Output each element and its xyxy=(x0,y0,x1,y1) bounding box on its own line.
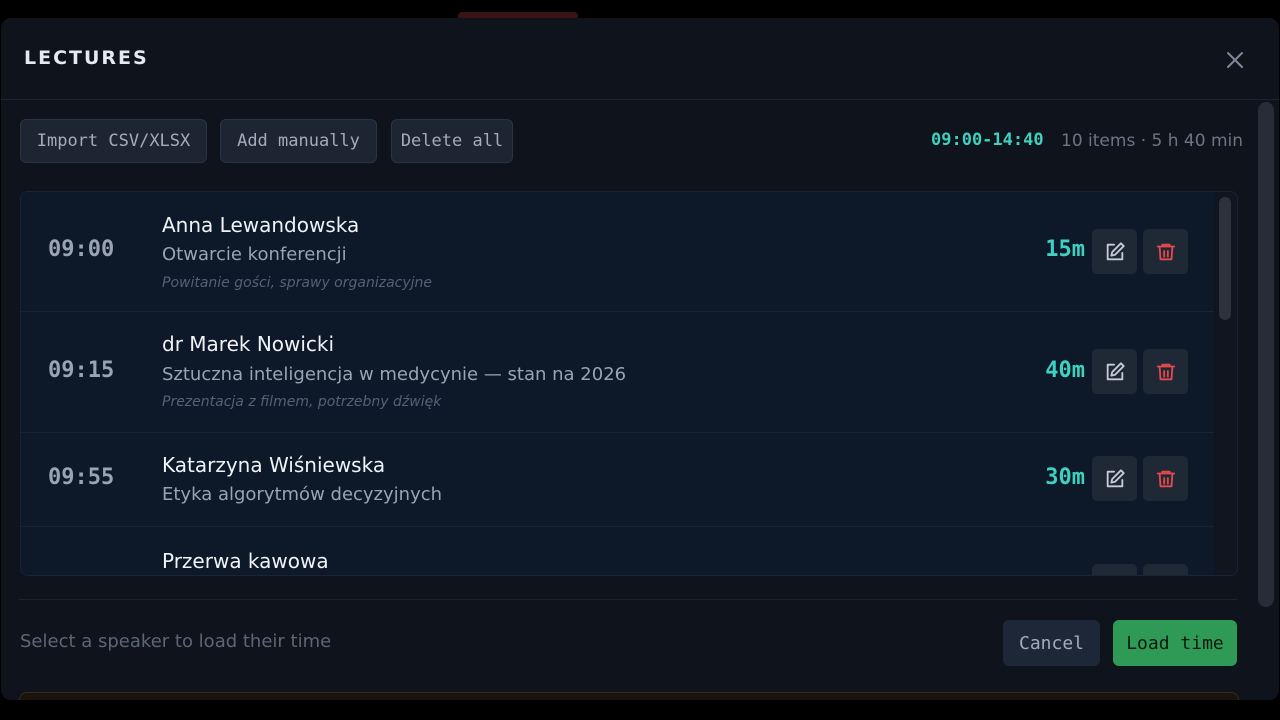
lecture-speaker: Przerwa kawowa xyxy=(162,549,329,573)
close-icon[interactable] xyxy=(1223,48,1247,72)
lecture-duration: 15m xyxy=(1045,237,1085,262)
footer-hint: Select a speaker to load their time xyxy=(20,631,332,652)
trash-icon xyxy=(1156,363,1175,380)
modal-header: LECTURES xyxy=(1,18,1279,100)
lecture-title: Otwarcie konferencji xyxy=(162,244,347,265)
lecture-time: 09:55 xyxy=(48,465,115,490)
import-csv-button[interactable]: Import CSV/XLSX xyxy=(20,119,207,163)
edit-icon xyxy=(1106,241,1125,260)
lectures-modal: LECTURES Import CSV/XLSX Add manually De… xyxy=(1,18,1279,700)
lecture-speaker: Anna Lewandowska xyxy=(162,213,360,237)
lecture-title: Etyka algorytmów decyzyjnych xyxy=(162,484,443,505)
lecture-note: Powitanie gości, sprawy organizacyjne xyxy=(162,275,433,291)
add-manually-button[interactable]: Add manually xyxy=(220,119,377,163)
delete-button[interactable] xyxy=(1143,564,1188,575)
edit-icon xyxy=(1106,468,1125,487)
edit-button[interactable] xyxy=(1092,564,1137,575)
footer-divider xyxy=(19,599,1237,600)
lecture-title: Sztuczna inteligencja w medycynie — stan… xyxy=(162,364,627,385)
list-item[interactable]: 09:15 dr Marek Nowicki Sztuczna intelige… xyxy=(21,312,1214,433)
delete-button[interactable] xyxy=(1143,229,1188,274)
modal-title: LECTURES xyxy=(24,47,149,69)
schedule-summary: 10 items · 5 h 40 min xyxy=(1061,131,1244,151)
trash-icon xyxy=(1156,243,1175,260)
edit-button[interactable] xyxy=(1092,456,1137,501)
edit-icon xyxy=(1106,361,1125,380)
trash-icon xyxy=(1156,470,1175,487)
load-time-button[interactable]: Load time xyxy=(1113,620,1237,666)
lecture-speaker: Katarzyna Wiśniewska xyxy=(162,453,386,477)
delete-button[interactable] xyxy=(1143,349,1188,394)
lecture-note: Prezentacja z filmem, potrzebny dźwięk xyxy=(162,394,442,410)
lecture-speaker: dr Marek Nowicki xyxy=(162,332,335,356)
list-scrollbar[interactable] xyxy=(1215,194,1235,574)
background-panel xyxy=(19,692,1239,700)
list-item[interactable]: Przerwa kawowa xyxy=(21,527,1214,575)
edit-button[interactable] xyxy=(1092,349,1137,394)
list-scroll-thumb[interactable] xyxy=(1219,197,1231,320)
list-item[interactable]: 09:55 Katarzyna Wiśniewska Etyka algoryt… xyxy=(21,433,1214,527)
lecture-time: 09:00 xyxy=(48,237,115,262)
list-item[interactable]: 09:00 Anna Lewandowska Otwarcie konferen… xyxy=(21,192,1214,312)
schedule-range: 09:00-14:40 xyxy=(931,130,1044,150)
modal-scrollbar[interactable] xyxy=(1258,102,1274,607)
delete-all-button[interactable]: Delete all xyxy=(391,119,513,163)
lectures-list: 09:00 Anna Lewandowska Otwarcie konferen… xyxy=(20,191,1238,576)
cancel-button[interactable]: Cancel xyxy=(1003,620,1100,666)
lecture-time: 09:15 xyxy=(48,358,115,383)
edit-button[interactable] xyxy=(1092,229,1137,274)
delete-button[interactable] xyxy=(1143,456,1188,501)
lecture-duration: 30m xyxy=(1045,465,1085,490)
lecture-duration: 40m xyxy=(1045,358,1085,383)
